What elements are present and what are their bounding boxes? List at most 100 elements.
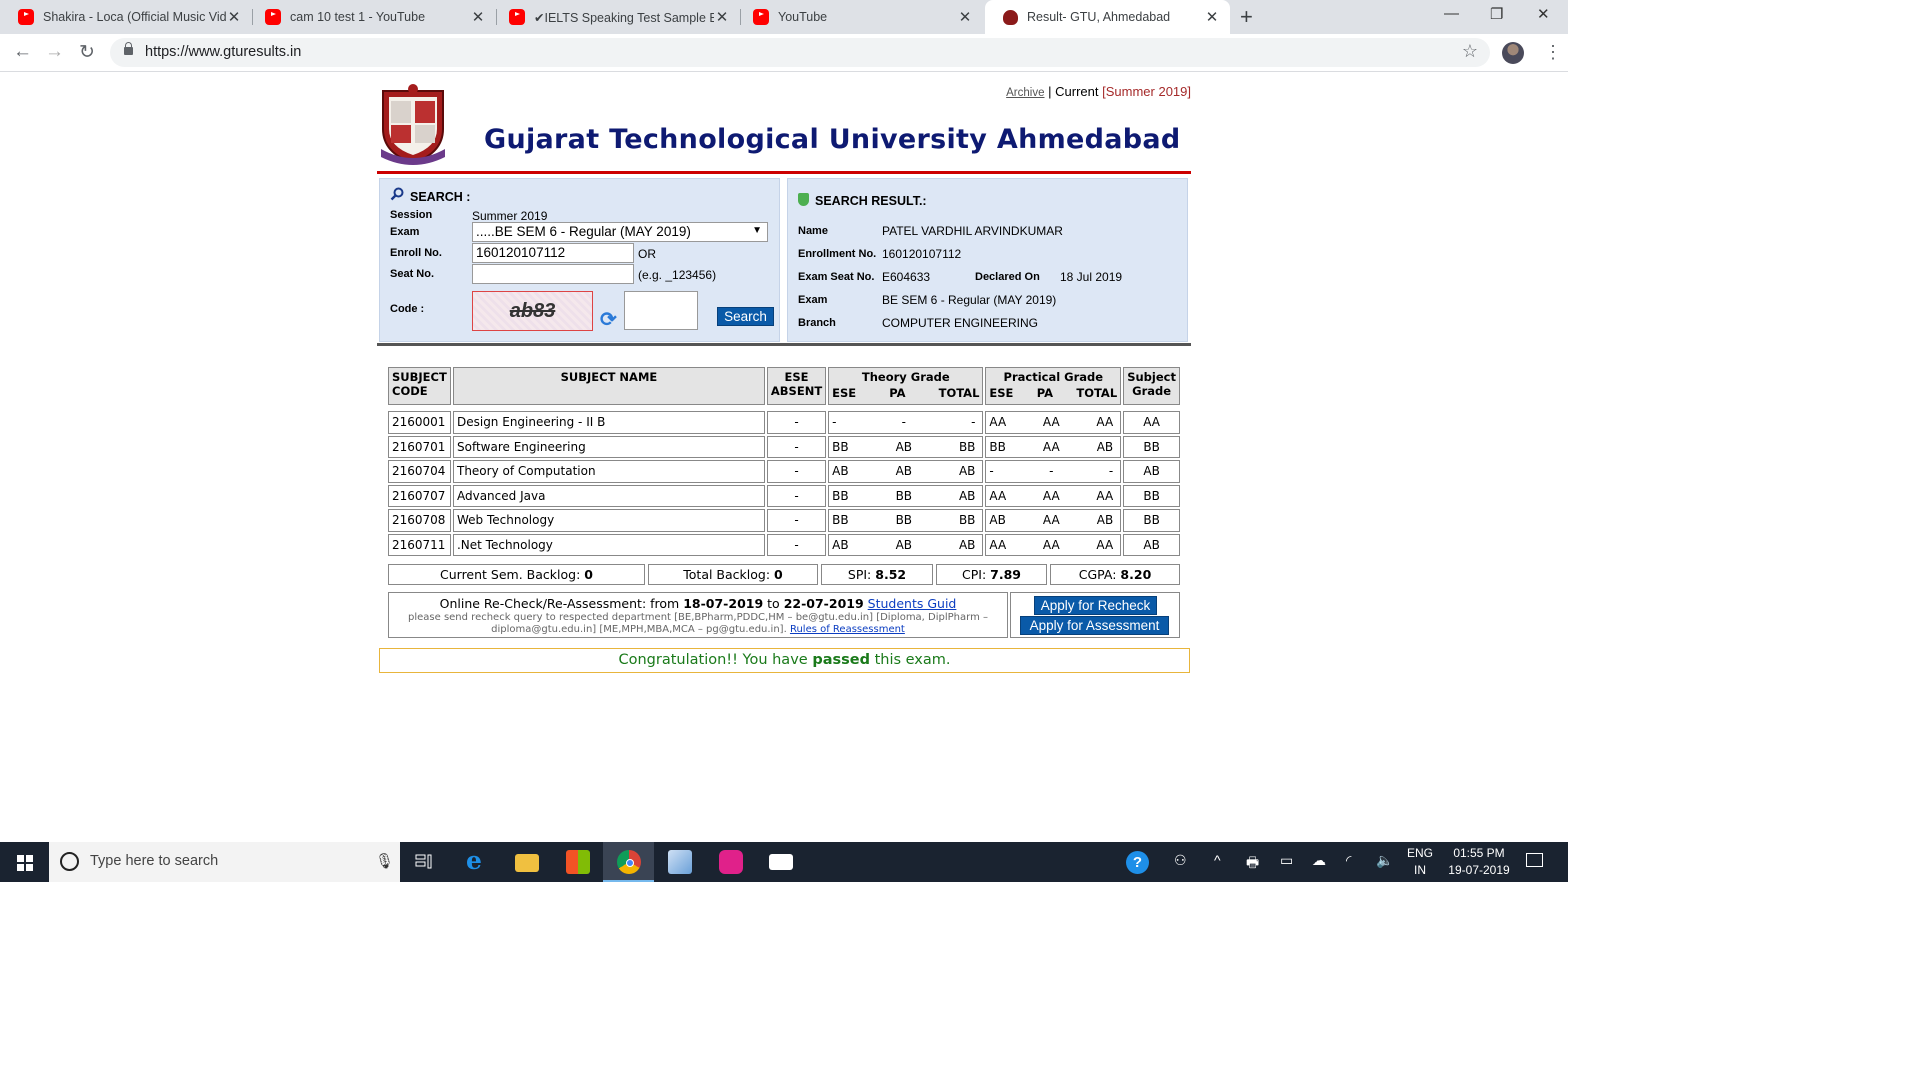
apply-assessment-button[interactable]: Apply for Assessment — [1020, 616, 1169, 635]
people-icon[interactable]: ⚇ — [1174, 852, 1187, 869]
apply-buttons: Apply for Recheck Apply for Assessment — [1010, 592, 1180, 638]
enroll-input[interactable]: 160120107112 — [472, 243, 634, 263]
back-arrow-icon[interactable]: ← — [13, 41, 32, 63]
microphone-icon[interactable]: 🎙 — [375, 852, 394, 870]
tab-ielts[interactable]: ✔IELTS Speaking Test Sample Ba ✕ — [491, 0, 740, 34]
language-region: IN — [1414, 863, 1426, 877]
archive-link[interactable]: Archive — [1006, 87, 1044, 99]
wamp-icon[interactable] — [719, 850, 743, 874]
practical-ese: AA — [989, 537, 1007, 552]
language-indicator[interactable]: ENG IN — [1402, 845, 1438, 879]
close-tab-icon[interactable]: ✕ — [957, 8, 973, 26]
practical-ese: - — [989, 464, 994, 479]
onedrive-icon[interactable]: ☁ — [1312, 852, 1326, 869]
close-tab-icon[interactable]: ✕ — [226, 8, 242, 26]
wifi-icon[interactable]: ◜ — [1346, 852, 1351, 869]
subject-name: Web Technology — [452, 509, 765, 532]
cpi-value: 7.89 — [990, 567, 1021, 582]
volume-icon[interactable]: 🔈 — [1376, 852, 1393, 869]
minimize-button[interactable]: — — [1444, 5, 1459, 22]
cpi: CPI: 7.89 — [936, 564, 1047, 585]
practical-ese-header: ESE — [989, 386, 1014, 400]
store-icon[interactable] — [566, 850, 590, 874]
bookmark-star-icon[interactable]: ☆ — [1462, 41, 1478, 62]
exam-result-label: Exam — [798, 294, 828, 306]
enroll-label: Enroll No. — [390, 247, 442, 259]
windows-taskbar: Type here to search 🎙 e ? ⚇ ^ 🖶 ▭ ☁ ◜ 🔈 … — [0, 842, 1568, 882]
code-input[interactable] — [624, 291, 698, 330]
task-view-icon[interactable] — [415, 854, 433, 870]
theory-pa: BB — [895, 513, 913, 528]
browser-toolbar: ← → ↻ https://www.gturesults.in ☆ ⋮ — [0, 34, 1568, 72]
practical-total: AA — [1096, 537, 1114, 552]
current-session: [Summer 2019] — [1102, 84, 1191, 99]
tab-cam10[interactable]: cam 10 test 1 - YouTube ✕ — [247, 0, 496, 34]
practical-pa: - — [1049, 464, 1054, 479]
menu-icon[interactable]: ⋮ — [1544, 42, 1562, 63]
help-icon[interactable]: ? — [1126, 851, 1149, 874]
new-tab-button[interactable]: + — [1240, 4, 1253, 30]
rules-of-reassessment-link[interactable]: Rules of Reassessment — [790, 624, 905, 635]
exam-select[interactable]: .....BE SEM 6 - Regular (MAY 2019) ▼ — [472, 222, 768, 242]
search-button[interactable]: Search — [717, 307, 774, 326]
practical-pa: AA — [1042, 439, 1060, 454]
header-subject-name: SUBJECT NAME — [452, 367, 765, 405]
ese-absent: - — [766, 484, 827, 507]
pass-message-suffix: this exam. — [874, 652, 951, 668]
search-icon — [390, 187, 404, 201]
captcha-image: ab83 — [472, 291, 593, 331]
lock-icon[interactable] — [124, 42, 133, 55]
file-explorer-icon[interactable] — [515, 854, 539, 872]
header-subject-grade: Subject Grade — [1123, 367, 1180, 405]
practical-total: - — [1108, 464, 1114, 479]
close-tab-icon[interactable]: ✕ — [1204, 8, 1220, 26]
close-tab-icon[interactable]: ✕ — [714, 8, 730, 26]
apply-recheck-button[interactable]: Apply for Recheck — [1034, 596, 1157, 615]
subject-name: Advanced Java — [452, 484, 765, 507]
youtube-icon — [265, 9, 281, 25]
tab-gtu-result[interactable]: Result- GTU, Ahmedabad ✕ — [985, 0, 1230, 34]
practical-total: AB — [1096, 513, 1114, 528]
tab-title: YouTube — [778, 10, 828, 24]
tab-shakira[interactable]: Shakira - Loca (Official Music Vid ✕ — [0, 0, 252, 34]
edge-icon[interactable]: e — [466, 846, 482, 875]
address-bar[interactable]: https://www.gturesults.in ☆ — [110, 38, 1490, 67]
session-label: Session — [390, 209, 433, 221]
theory-ese-header: ESE — [832, 386, 857, 400]
youtube-icon — [509, 9, 525, 25]
practical-pa: AA — [1042, 513, 1060, 528]
profile-avatar[interactable] — [1502, 42, 1524, 64]
header-theory-grade: Theory Grade ESE PA TOTAL — [828, 367, 984, 405]
practical-pa: AA — [1042, 415, 1060, 430]
taskbar-search[interactable]: Type here to search 🎙 — [49, 842, 400, 882]
reload-icon[interactable]: ↻ — [79, 41, 95, 64]
chevron-up-icon[interactable]: ^ — [1214, 852, 1221, 868]
exam-selected-value: .....BE SEM 6 - Regular (MAY 2019) — [476, 224, 691, 239]
url-text[interactable]: https://www.gturesults.in — [145, 44, 301, 60]
theory-pa: AB — [895, 439, 913, 454]
subject-name: Theory of Computation — [452, 460, 765, 483]
header-subject-code: SUBJECT CODE — [388, 367, 451, 405]
close-window-button[interactable]: ✕ — [1537, 5, 1550, 23]
printer-icon[interactable]: 🖶 — [1246, 852, 1259, 876]
forward-arrow-icon[interactable]: → — [45, 41, 64, 63]
theory-pa: BB — [895, 488, 913, 503]
spi-value: 8.52 — [875, 567, 907, 582]
close-tab-icon[interactable]: ✕ — [470, 8, 486, 26]
windows-start-icon[interactable] — [17, 855, 33, 871]
seat-input[interactable] — [472, 264, 634, 284]
notification-icon[interactable] — [1526, 853, 1543, 867]
restore-button[interactable]: ❐ — [1490, 5, 1503, 23]
ese-absent: - — [766, 533, 827, 556]
mail-icon[interactable] — [769, 854, 793, 870]
battery-icon[interactable]: ▭ — [1280, 852, 1293, 869]
practical-ese: AA — [989, 415, 1007, 430]
clock[interactable]: 01:55 PM 19-07-2019 — [1440, 845, 1518, 879]
refresh-captcha-icon[interactable]: ⟳ — [600, 307, 617, 332]
clock-date: 19-07-2019 — [1448, 863, 1510, 877]
enrollment-value: 160120107112 — [882, 247, 962, 261]
students-guide-link[interactable]: Students Guid — [868, 596, 957, 611]
3d-box-icon[interactable] — [668, 850, 692, 874]
tab-youtube[interactable]: YouTube ✕ — [735, 0, 983, 34]
cgpa: CGPA: 8.20 — [1050, 564, 1180, 585]
